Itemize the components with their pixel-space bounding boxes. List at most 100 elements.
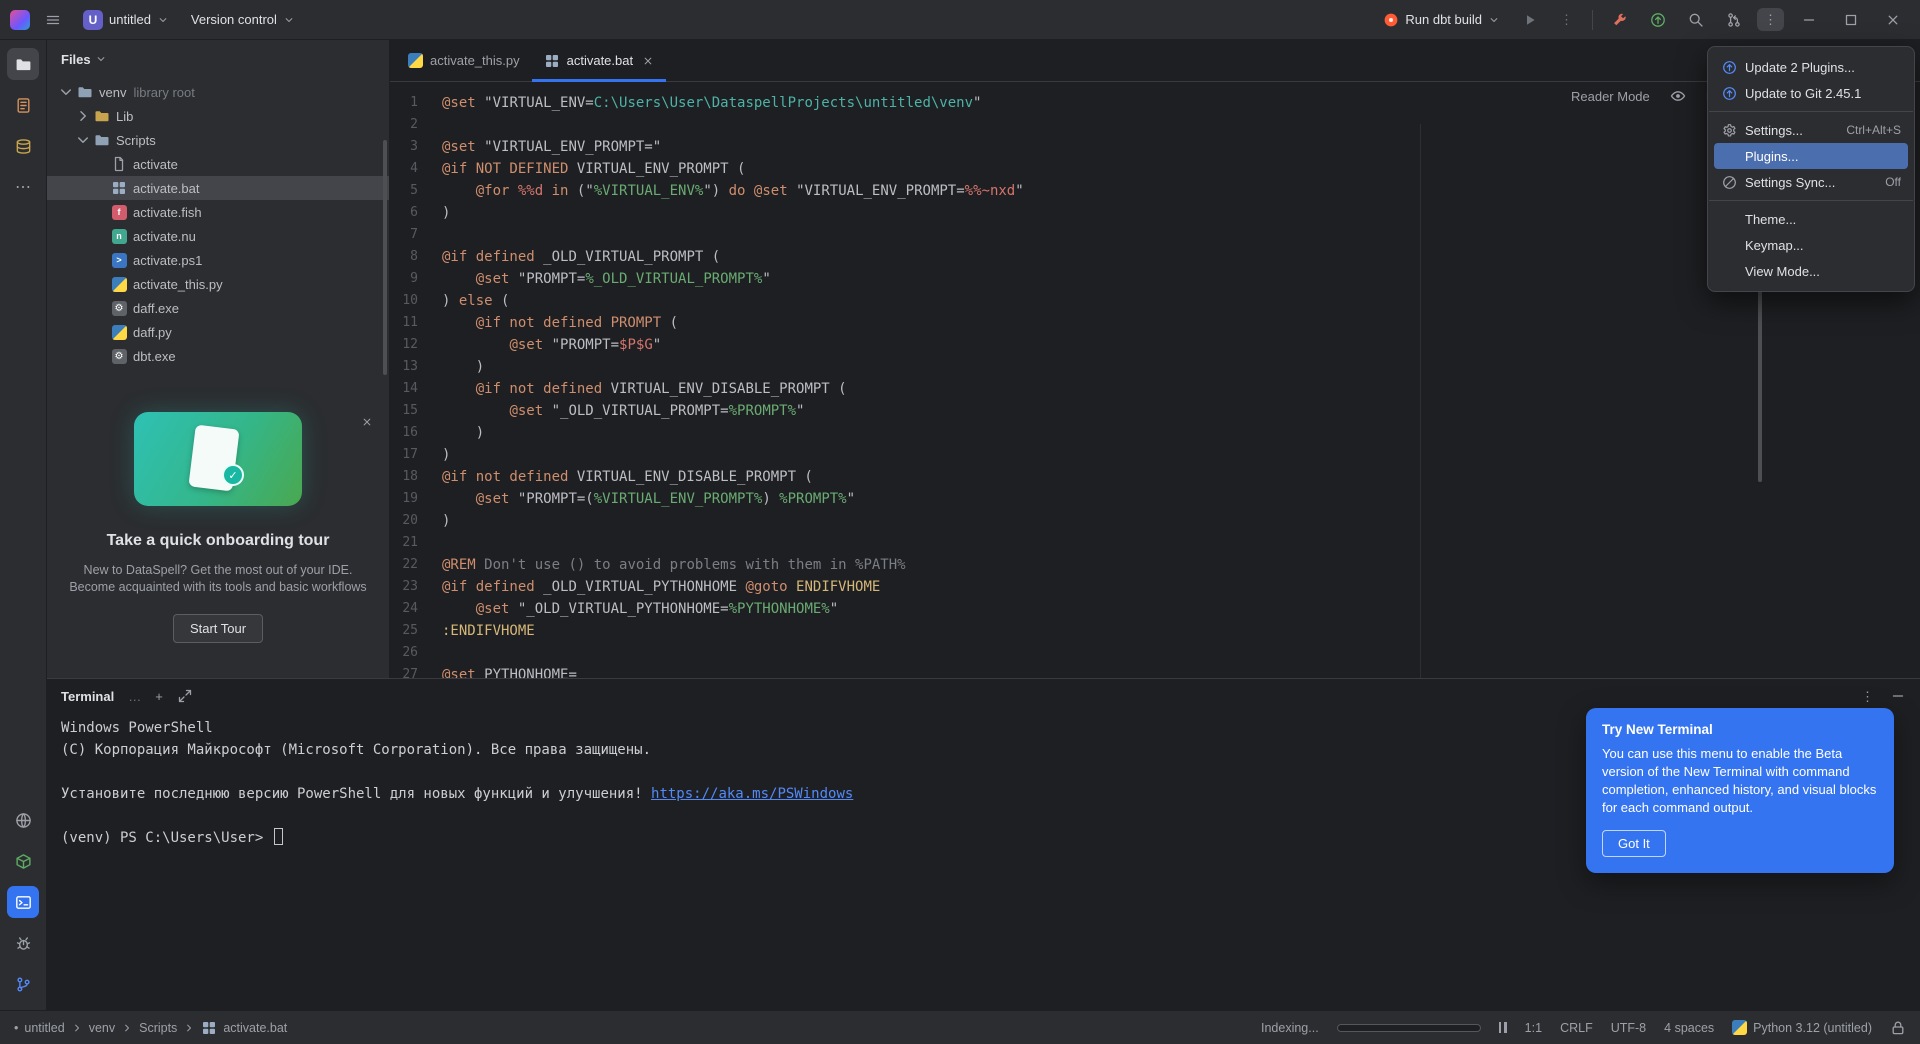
- plugin-update-icon[interactable]: [1643, 7, 1673, 33]
- more-run-options-icon[interactable]: ⋮: [1553, 8, 1580, 31]
- code-line: 4@if NOT DEFINED VIRTUAL_ENV_PROMPT (: [390, 158, 1920, 180]
- pull-requests-icon[interactable]: [1719, 7, 1749, 33]
- tab-activate-this-py[interactable]: activate_this.py: [396, 40, 532, 81]
- run-configuration-selector[interactable]: Run dbt build: [1376, 7, 1507, 33]
- breadcrumb-venv[interactable]: venv: [89, 1021, 115, 1035]
- project-files-icon[interactable]: [7, 48, 39, 80]
- start-tour-button[interactable]: Start Tour: [173, 614, 263, 643]
- inspections-eye-icon[interactable]: [1670, 88, 1686, 104]
- tree-item-activate-bat[interactable]: activate.bat: [47, 176, 389, 200]
- line-number: 26: [390, 642, 442, 664]
- breadcrumb-activate-bat[interactable]: activate.bat: [201, 1020, 287, 1036]
- menu-item-label: Keymap...: [1745, 238, 1901, 253]
- tree-item-activate-fish[interactable]: factivate.fish: [47, 200, 389, 224]
- kebab-menu-icon[interactable]: ⋮: [1757, 8, 1784, 31]
- close-icon[interactable]: [1876, 7, 1910, 33]
- wrench-icon[interactable]: [1605, 7, 1635, 33]
- line-number: 15: [390, 400, 442, 422]
- line-number: 9: [390, 268, 442, 290]
- tree-item-lib[interactable]: Lib: [47, 104, 389, 128]
- tree-item-label: activate.ps1: [133, 253, 202, 268]
- menu-item-theme[interactable]: Theme...: [1714, 206, 1908, 232]
- main-menu-icon[interactable]: [38, 7, 68, 33]
- tree-item-activate-this-py[interactable]: activate_this.py: [47, 272, 389, 296]
- caret-position[interactable]: 1:1: [1525, 1021, 1542, 1035]
- database-icon[interactable]: [7, 130, 39, 162]
- minimize-icon[interactable]: [1792, 7, 1826, 33]
- files-panel-header[interactable]: Files: [47, 40, 389, 78]
- menu-item-update-2-plugins[interactable]: Update 2 Plugins...: [1714, 54, 1908, 80]
- code-area[interactable]: 1@set "VIRTUAL_ENV=C:\Users\User\Dataspe…: [390, 82, 1920, 678]
- problems-icon[interactable]: [7, 927, 39, 959]
- tree-item-scripts[interactable]: Scripts: [47, 128, 389, 152]
- terminal-icon[interactable]: [7, 886, 39, 918]
- endpoints-icon[interactable]: [7, 804, 39, 836]
- chevron-right-icon[interactable]: [74, 107, 92, 125]
- tree-item-daff-py[interactable]: daff.py: [47, 320, 389, 344]
- menu-item-settings-sync[interactable]: Settings Sync...Off: [1714, 169, 1908, 195]
- notebooks-icon[interactable]: [7, 89, 39, 121]
- vcs-widget[interactable]: Version control: [184, 7, 302, 32]
- breadcrumb-scripts[interactable]: Scripts: [139, 1021, 177, 1035]
- chevron-down-icon[interactable]: [57, 83, 75, 101]
- terminal-tab[interactable]: Terminal: [61, 689, 114, 704]
- tree-item-daff-exe[interactable]: ⚙daff.exe: [47, 296, 389, 320]
- indexing-label: Indexing...: [1261, 1021, 1319, 1035]
- menu-item-keymap[interactable]: Keymap...: [1714, 232, 1908, 258]
- tree-item-dbt-exe[interactable]: ⚙dbt.exe: [47, 344, 389, 368]
- titlebar-left: U untitled Version control: [10, 5, 302, 35]
- chevron-down-icon: [283, 14, 295, 26]
- code-line: 24 @set "_OLD_VIRTUAL_PYTHONHOME=%PYTHON…: [390, 598, 1920, 620]
- file-encoding[interactable]: UTF-8: [1611, 1021, 1646, 1035]
- tree-item-activate-nu[interactable]: nactivate.nu: [47, 224, 389, 248]
- terminal-tabs-overflow-icon[interactable]: …: [128, 690, 141, 703]
- terminal-link[interactable]: https://aka.ms/PSWindows: [651, 786, 853, 802]
- menu-item-settings[interactable]: Settings...Ctrl+Alt+S: [1714, 117, 1908, 143]
- menu-item-view-mode[interactable]: View Mode...: [1714, 258, 1908, 284]
- indent-style[interactable]: 4 spaces: [1664, 1021, 1714, 1035]
- search-everywhere-icon[interactable]: [1681, 7, 1711, 33]
- breadcrumb-untitled[interactable]: •untitled: [14, 1021, 65, 1035]
- fish-file-icon: f: [112, 205, 127, 220]
- new-terminal-icon[interactable]: +: [155, 690, 163, 703]
- expand-terminal-icon[interactable]: [177, 688, 193, 704]
- terminal-options-icon[interactable]: ⋮: [1861, 690, 1874, 703]
- exe-file-icon: ⚙: [112, 349, 127, 364]
- line-number: 1: [390, 92, 442, 114]
- code-line: 27@set PYTHONHOME=: [390, 664, 1920, 678]
- gear-icon: [1721, 123, 1737, 138]
- reader-mode-button[interactable]: Reader Mode: [1571, 89, 1650, 104]
- tree-item-label: activate.nu: [133, 229, 196, 244]
- tab-label: activate.bat: [567, 53, 634, 68]
- version-control-icon[interactable]: [7, 968, 39, 1000]
- run-button[interactable]: [1515, 7, 1545, 33]
- pause-icon[interactable]: [1499, 1022, 1507, 1033]
- close-icon[interactable]: [361, 416, 373, 428]
- menu-item-shortcut: Ctrl+Alt+S: [1846, 123, 1901, 137]
- vcs-label: Version control: [191, 12, 277, 27]
- menu-item-plugins[interactable]: Plugins...: [1714, 143, 1908, 169]
- lock-icon[interactable]: [1890, 1020, 1906, 1036]
- close-tab-icon[interactable]: [642, 55, 654, 67]
- python-packages-icon[interactable]: [7, 845, 39, 877]
- line-separator[interactable]: CRLF: [1560, 1021, 1593, 1035]
- onboarding-card: ✓ Take a quick onboarding tour New to Da…: [47, 412, 389, 643]
- chevron-down-icon[interactable]: [74, 131, 92, 149]
- tab-activate-bat[interactable]: activate.bat: [532, 40, 667, 81]
- code-content: @set PYTHONHOME=: [442, 664, 577, 678]
- tree-item-activate[interactable]: activate: [47, 152, 389, 176]
- more-tools-icon[interactable]: ⋯: [7, 171, 39, 203]
- menu-item-update-to-git-2-45-1[interactable]: Update to Git 2.45.1: [1714, 80, 1908, 106]
- project-selector[interactable]: U untitled: [76, 5, 176, 35]
- tree-item-venv[interactable]: venvlibrary root: [47, 80, 389, 104]
- hide-terminal-icon[interactable]: [1890, 688, 1906, 704]
- code-content: ): [442, 202, 450, 224]
- files-scrollbar[interactable]: [383, 140, 387, 375]
- maximize-icon[interactable]: [1834, 7, 1868, 33]
- menu-separator: [1709, 111, 1913, 112]
- breadcrumb-label: activate.bat: [223, 1021, 287, 1035]
- got-it-button[interactable]: Got It: [1602, 830, 1666, 857]
- python-interpreter[interactable]: Python 3.12 (untitled): [1732, 1020, 1872, 1035]
- code-content: ) else (: [442, 290, 509, 312]
- tree-item-activate-ps1[interactable]: >activate.ps1: [47, 248, 389, 272]
